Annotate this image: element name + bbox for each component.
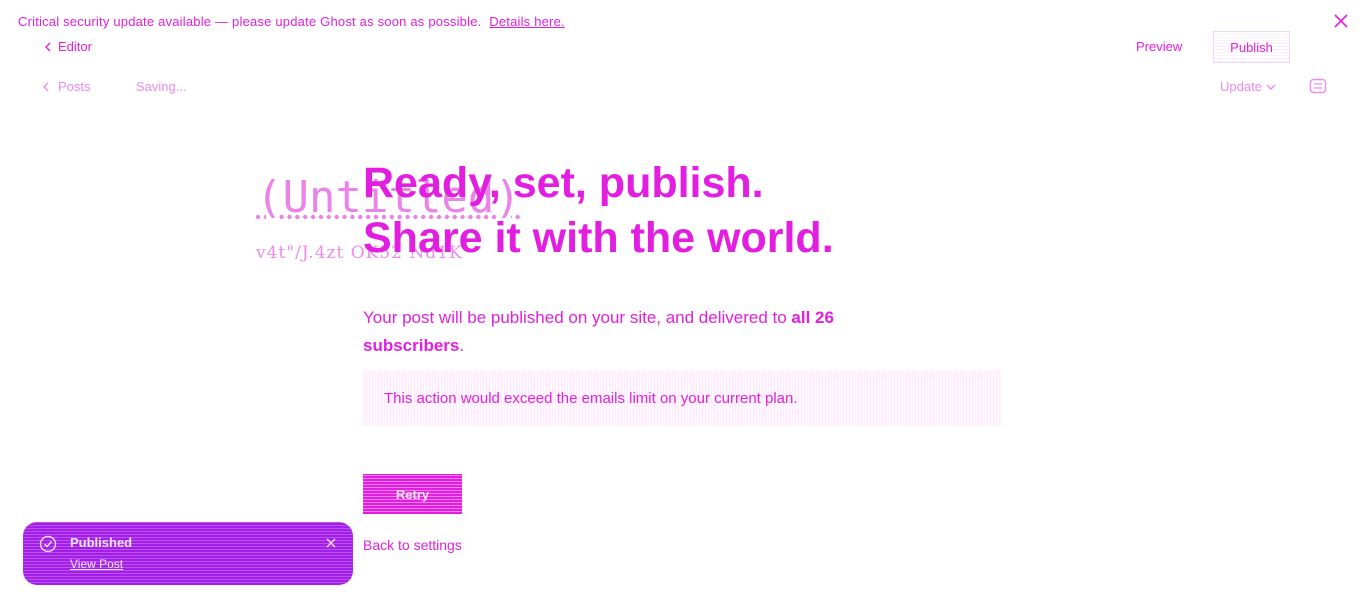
sidebar-toggle-icon bbox=[1309, 78, 1327, 94]
chevron-left-icon bbox=[43, 82, 49, 91]
chevron-down-icon bbox=[1266, 84, 1276, 90]
preview-button[interactable]: Preview bbox=[1136, 39, 1182, 54]
back-to-settings-link[interactable]: Back to settings bbox=[363, 537, 462, 553]
security-banner: Critical security update available — ple… bbox=[18, 14, 1326, 29]
chevron-left-icon bbox=[45, 42, 51, 51]
back-to-editor-button[interactable]: Editor bbox=[44, 39, 92, 54]
check-circle-icon bbox=[39, 535, 57, 553]
headline-line-1: Ready, set, publish. bbox=[363, 159, 764, 207]
close-icon bbox=[1334, 14, 1348, 28]
email-limit-error: This action would exceed the emails limi… bbox=[363, 370, 1002, 426]
publish-description: Your post will be published on your site… bbox=[363, 304, 923, 360]
desc-suffix: . bbox=[459, 336, 465, 355]
published-toast: Published View Post bbox=[23, 522, 353, 585]
banner-message: Critical security update available — ple… bbox=[18, 14, 482, 29]
update-label: Update bbox=[1220, 79, 1262, 94]
toast-close-button[interactable] bbox=[325, 536, 337, 548]
publish-headline: Ready, set, publish. Share it with the w… bbox=[363, 156, 834, 266]
update-dropdown[interactable]: Update bbox=[1220, 79, 1276, 94]
save-status: Saving... bbox=[136, 79, 187, 94]
publish-button[interactable]: Publish bbox=[1213, 31, 1290, 63]
post-settings-button[interactable] bbox=[1308, 76, 1328, 96]
error-message: This action would exceed the emails limi… bbox=[384, 389, 798, 407]
toast-title: Published bbox=[70, 535, 133, 550]
headline-line-2: Share it with the world. bbox=[363, 214, 834, 262]
posts-link-label: Posts bbox=[58, 79, 91, 94]
posts-link[interactable]: Posts bbox=[42, 79, 91, 94]
back-to-editor-label: Editor bbox=[58, 39, 92, 54]
desc-prefix: Your post will be published on your site… bbox=[363, 308, 792, 327]
view-post-link[interactable]: View Post bbox=[70, 557, 123, 571]
close-icon bbox=[326, 538, 336, 548]
banner-details-link[interactable]: Details here. bbox=[489, 14, 565, 29]
publish-flow-page: Critical security update available — ple… bbox=[0, 0, 1366, 612]
retry-button[interactable]: Retry bbox=[363, 474, 462, 514]
banner-close-button[interactable] bbox=[1332, 12, 1350, 30]
